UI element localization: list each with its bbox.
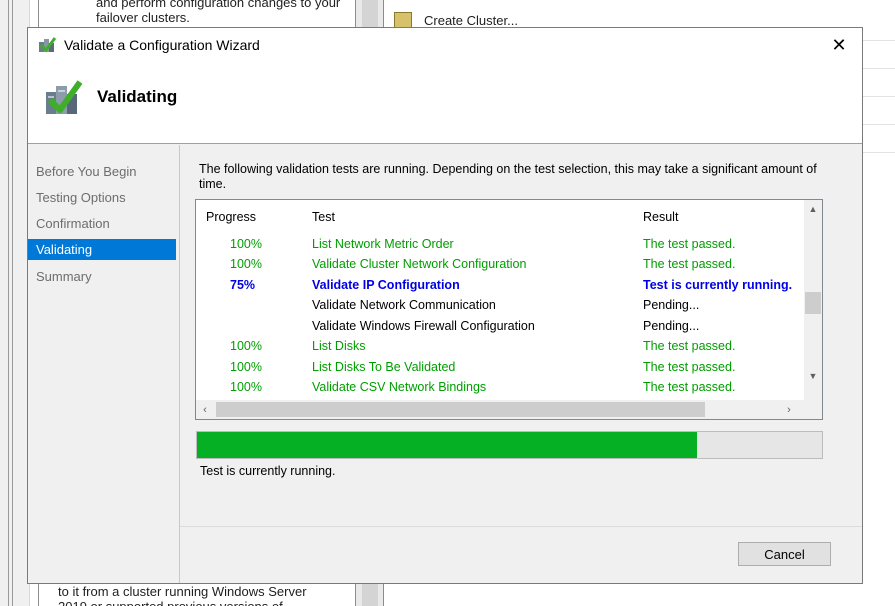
row-test-name: Validate Windows Firewall Configuration <box>312 319 535 333</box>
table-row[interactable]: 100% List Disks The test passed. <box>196 336 800 356</box>
status-text: Test is currently running. <box>200 464 336 478</box>
row-test-name: List Network Metric Order <box>312 237 454 251</box>
background-panel-text-bottom: to it from a cluster running Windows Ser… <box>58 584 307 606</box>
list-vertical-scrollbar[interactable]: ▲ ▼ <box>804 200 822 401</box>
page-title: Validating <box>97 87 178 106</box>
description-text: The following validation tests are runni… <box>199 162 817 191</box>
row-result: The test passed. <box>643 257 736 271</box>
create-cluster-icon <box>394 12 412 28</box>
table-row[interactable]: 100% Validate CSV Network Bindings The t… <box>196 377 800 397</box>
row-result: Pending... <box>643 298 700 312</box>
background-left-column <box>0 0 30 606</box>
list-header: Progress Test Result <box>196 200 800 232</box>
row-result: Test is currently running. <box>643 278 793 292</box>
row-progress: 100% <box>230 339 262 353</box>
scroll-left-icon[interactable]: ‹ <box>196 400 214 419</box>
vertical-scroll-thumb[interactable] <box>805 292 821 314</box>
row-result: The test passed. <box>643 237 736 251</box>
row-result: The test passed. <box>643 339 736 353</box>
nav-step-testing-options[interactable]: Testing Options <box>28 187 176 208</box>
wizard-header: Validating <box>28 62 862 144</box>
table-row[interactable]: Validate Windows Firewall Configuration … <box>196 316 800 336</box>
background-action-create-cluster[interactable]: Create Cluster... <box>394 12 518 28</box>
close-icon: ✕ <box>831 34 847 55</box>
row-result: The test passed. <box>643 360 736 374</box>
row-result: The test passed. <box>643 380 736 394</box>
nav-step-summary[interactable]: Summary <box>28 266 176 287</box>
row-progress: 100% <box>230 257 262 271</box>
window-title: Validate a Configuration Wizard <box>64 37 260 53</box>
row-progress: 100% <box>230 380 262 394</box>
row-progress: 100% <box>230 360 262 374</box>
column-header-test[interactable]: Test <box>312 210 335 224</box>
list-horizontal-scrollbar[interactable]: ‹ › <box>196 400 822 419</box>
background-action-label: Create Cluster... <box>424 12 518 28</box>
cancel-button[interactable]: Cancel <box>738 542 831 566</box>
row-result: Pending... <box>643 319 700 333</box>
nav-step-before-you-begin[interactable]: Before You Begin <box>28 161 176 182</box>
close-button[interactable]: ✕ <box>816 28 862 62</box>
validate-configuration-dialog: Validate a Configuration Wizard ✕ Valida… <box>27 27 863 584</box>
scroll-down-icon[interactable]: ▼ <box>804 367 822 385</box>
row-test-name: Validate Cluster Network Configuration <box>312 257 527 271</box>
row-test-name: List Disks To Be Validated <box>312 360 456 374</box>
column-header-result[interactable]: Result <box>643 210 678 224</box>
wizard-steps-nav: Before You Begin Testing Options Confirm… <box>28 145 180 583</box>
validate-wizard-icon <box>39 37 56 53</box>
background-grid-lines <box>863 0 895 170</box>
table-row[interactable]: 100% Validate Cluster Network Configurat… <box>196 254 800 274</box>
nav-step-confirmation[interactable]: Confirmation <box>28 213 176 234</box>
table-row[interactable]: 100% List Disks To Be Validated The test… <box>196 357 800 377</box>
validate-checkmark-icon <box>46 80 83 114</box>
table-row[interactable]: Validate Network Communication Pending..… <box>196 295 800 315</box>
validation-tests-list[interactable]: Progress Test Result 100% List Network M… <box>195 199 823 420</box>
row-test-name: List Disks <box>312 339 366 353</box>
scroll-right-icon[interactable]: › <box>780 400 798 419</box>
row-test-name: Validate IP Configuration <box>312 278 460 292</box>
row-progress: 75% <box>230 278 256 292</box>
background-panel-text: and perform configuration changes to you… <box>96 0 341 25</box>
overall-progress-bar <box>196 431 823 459</box>
table-row[interactable]: 75% Validate IP Configuration Test is cu… <box>196 275 800 295</box>
row-test-name: Validate Network Communication <box>312 298 496 312</box>
row-test-name: Validate CSV Network Bindings <box>312 380 487 394</box>
scroll-up-icon[interactable]: ▲ <box>804 200 822 218</box>
nav-step-validating[interactable]: Validating <box>28 239 176 260</box>
table-row[interactable]: 100% List Network Metric Order The test … <box>196 234 800 254</box>
title-bar[interactable]: Validate a Configuration Wizard ✕ <box>28 28 862 62</box>
row-progress: 100% <box>230 237 262 251</box>
column-header-progress[interactable]: Progress <box>206 210 256 224</box>
progress-fill <box>197 432 697 458</box>
horizontal-scroll-thumb[interactable] <box>216 402 705 417</box>
